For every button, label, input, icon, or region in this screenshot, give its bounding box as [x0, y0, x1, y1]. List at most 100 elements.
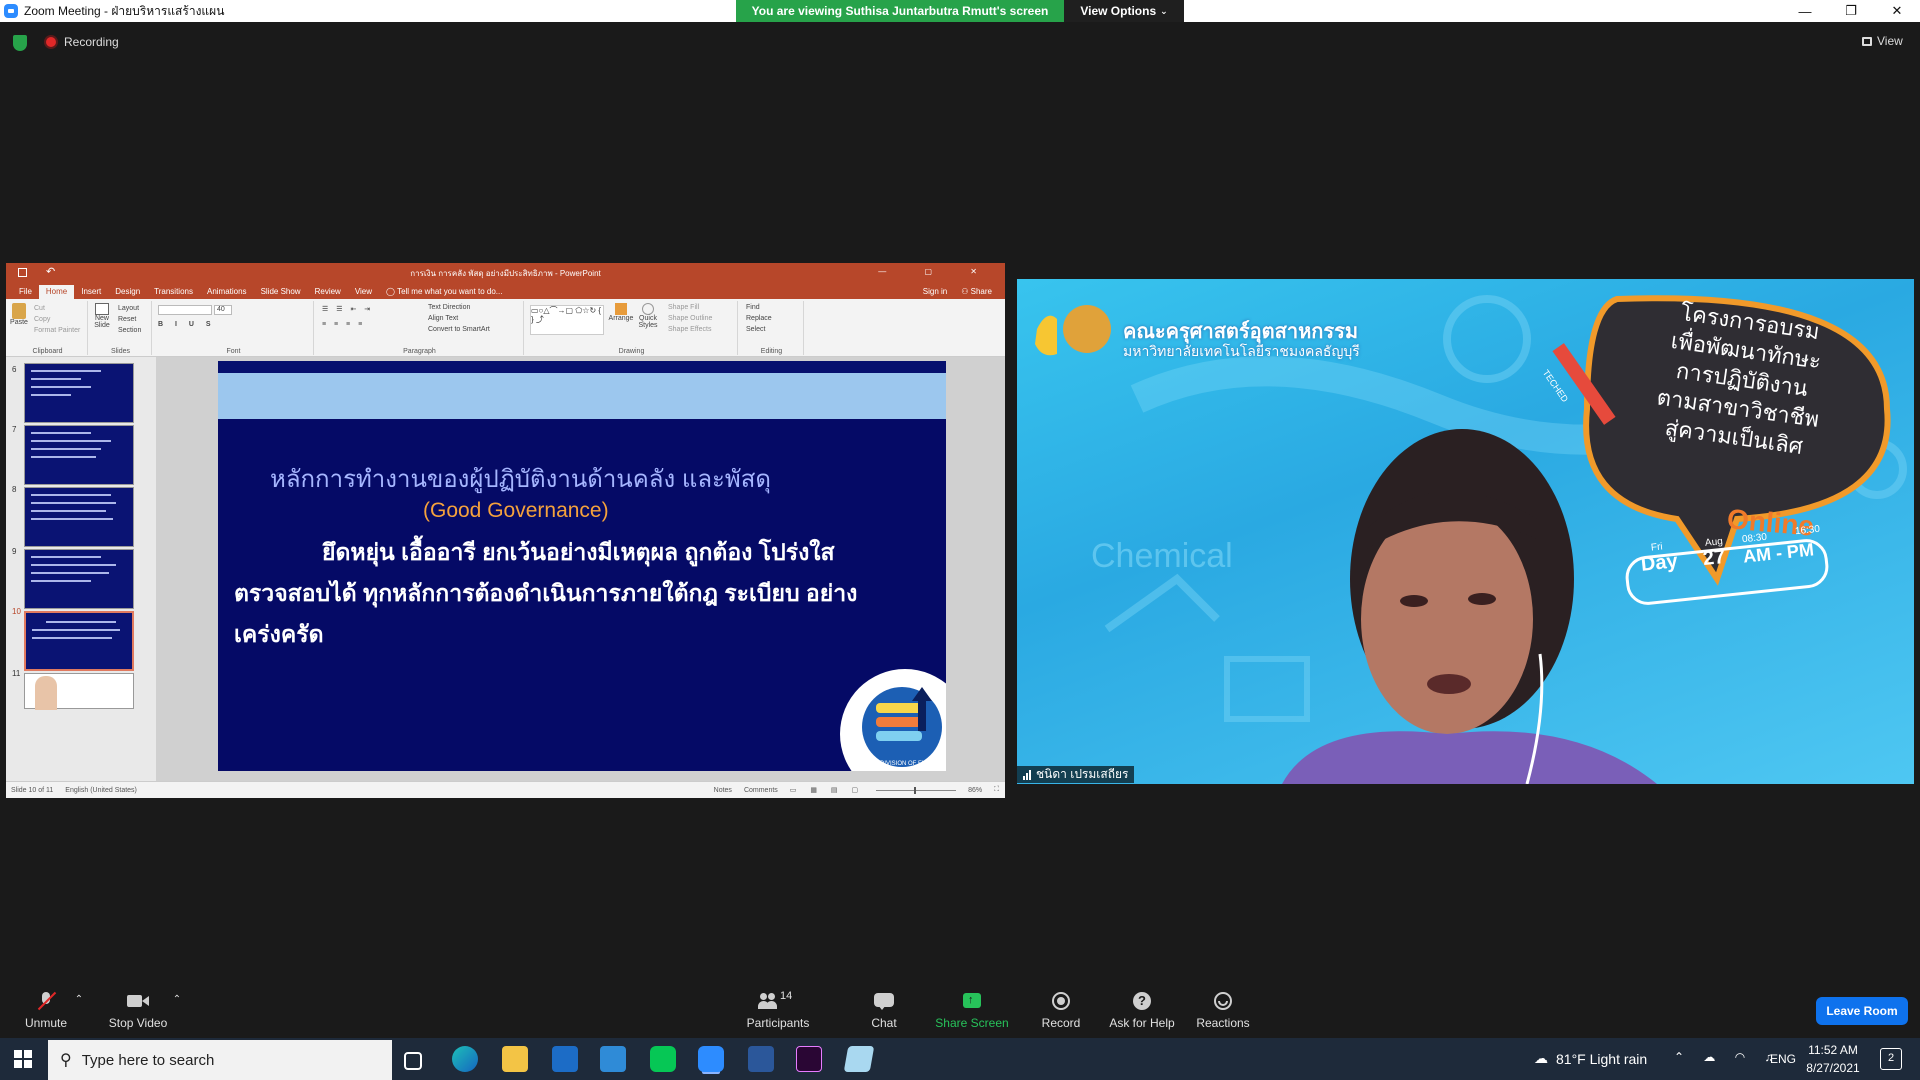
- shape-outline-button[interactable]: Shape Outline: [668, 315, 712, 322]
- tab-home[interactable]: Home: [38, 285, 75, 299]
- weather-widget[interactable]: ☁ 81°F Light rain: [1534, 1050, 1647, 1067]
- participants-button[interactable]: 14 Participants: [742, 984, 814, 1038]
- align-icons[interactable]: ≡ ≡ ≡ ≡: [322, 321, 365, 328]
- notes-button[interactable]: Notes: [714, 787, 732, 794]
- windows-start-icon[interactable]: [14, 1050, 32, 1068]
- tab-insert[interactable]: Insert: [74, 285, 108, 299]
- tab-view[interactable]: View: [348, 285, 379, 299]
- unmute-button[interactable]: Unmute: [20, 984, 72, 1038]
- microsoft-store-icon[interactable]: [552, 1046, 578, 1072]
- slide-thumbnail-panel[interactable]: 6 7 8 9 10 11: [6, 357, 156, 781]
- leave-room-button[interactable]: Leave Room: [1816, 997, 1908, 1025]
- search-icon: ⚲: [60, 1052, 72, 1069]
- share-link[interactable]: ⚇ Share: [954, 285, 999, 299]
- slide-thumbnail[interactable]: [24, 549, 134, 609]
- encryption-shield-icon[interactable]: [13, 35, 27, 51]
- convert-smartart-button[interactable]: Convert to SmartArt: [428, 326, 490, 333]
- audio-options-chevron[interactable]: ⌃: [72, 984, 86, 1038]
- view-mode-icons[interactable]: ▭ ▦ ▤ ▢: [790, 786, 864, 794]
- zoom-level[interactable]: 86%: [968, 787, 982, 794]
- edge-browser-icon[interactable]: [452, 1046, 478, 1072]
- maximize-button[interactable]: ❐: [1828, 0, 1874, 22]
- quick-styles-button[interactable]: Quick Styles: [636, 303, 660, 329]
- stop-video-button[interactable]: Stop Video: [106, 984, 170, 1038]
- comments-button[interactable]: Comments: [744, 787, 778, 794]
- record-button[interactable]: Record: [1040, 984, 1082, 1038]
- cut-button[interactable]: Cut: [34, 305, 45, 312]
- format-painter-button[interactable]: Format Painter: [34, 327, 80, 334]
- undo-icon[interactable]: ↶: [46, 265, 55, 278]
- shapes-gallery[interactable]: ▭○△⌒→▢ ⬠☆↻ { } ⤴: [530, 305, 604, 335]
- chat-button[interactable]: Chat: [864, 984, 904, 1038]
- view-options-button[interactable]: View Options ⌄: [1064, 0, 1184, 22]
- slide-thumbnail[interactable]: [24, 673, 134, 710]
- task-view-icon[interactable]: [404, 1052, 422, 1070]
- slide-thumbnail-active[interactable]: [24, 611, 134, 671]
- section-button[interactable]: Section: [118, 327, 141, 334]
- slide-subtitle: (Good Governance): [423, 499, 609, 522]
- slide-thumbnail[interactable]: [24, 487, 134, 547]
- system-tray-icons[interactable]: ⌃ ☁ ◠ ♫: [1674, 1050, 1782, 1064]
- tab-animations[interactable]: Animations: [200, 285, 254, 299]
- viewing-banner: You are viewing Suthisa Juntarbutra Rmut…: [736, 0, 1064, 22]
- minimize-button[interactable]: —: [1782, 0, 1828, 22]
- slide-body-line-3: เคร่งครัด: [234, 621, 324, 647]
- arrange-button[interactable]: Arrange: [608, 303, 634, 322]
- division-logo: DIVISION OF FINANCE: [840, 669, 946, 771]
- window-controls[interactable]: — ▢ ✕: [878, 267, 995, 276]
- line-app-icon[interactable]: [650, 1046, 676, 1072]
- reset-button[interactable]: Reset: [118, 316, 136, 323]
- notification-center[interactable]: 2: [1880, 1048, 1902, 1070]
- mail-icon[interactable]: [600, 1046, 626, 1072]
- new-slide-button[interactable]: New Slide: [92, 303, 112, 329]
- find-button[interactable]: Find: [746, 304, 760, 311]
- video-options-chevron[interactable]: ⌃: [170, 984, 184, 1038]
- tab-design[interactable]: Design: [108, 285, 147, 299]
- tab-slide-show[interactable]: Slide Show: [254, 285, 308, 299]
- select-button[interactable]: Select: [746, 326, 765, 333]
- font-name-box[interactable]: [158, 305, 212, 315]
- tell-me-search[interactable]: ◯ Tell me what you want to do...: [379, 285, 509, 299]
- tab-review[interactable]: Review: [308, 285, 348, 299]
- fit-slide-icon[interactable]: ⛶: [994, 786, 999, 794]
- font-size-box[interactable]: 40: [214, 305, 232, 315]
- zoom-app-icon[interactable]: [698, 1046, 724, 1072]
- shape-fill-button[interactable]: Shape Fill: [668, 304, 699, 311]
- view-button[interactable]: View: [1862, 34, 1903, 48]
- slide-thumbnail[interactable]: [24, 363, 134, 423]
- copy-button[interactable]: Copy: [34, 316, 50, 323]
- align-text-button[interactable]: Align Text: [428, 315, 458, 322]
- premiere-app-icon[interactable]: [796, 1046, 822, 1072]
- ask-for-help-button[interactable]: ? Ask for Help: [1108, 984, 1176, 1038]
- current-slide[interactable]: หลักการทำงานของผู้ปฏิบัติงานด้านคลัง และ…: [218, 361, 946, 771]
- share-screen-button[interactable]: ↑ Share Screen: [934, 984, 1010, 1038]
- shape-effects-button[interactable]: Shape Effects: [668, 326, 711, 333]
- taskbar-clock[interactable]: 11:52 AM 8/27/2021: [1804, 1041, 1862, 1077]
- participant-video[interactable]: คณะครุศาสตร์อุตสาหกรรม มหาวิทยาลัยเทคโนโ…: [1017, 279, 1914, 784]
- save-icon[interactable]: [18, 268, 27, 277]
- zoom-slider[interactable]: [876, 786, 957, 794]
- replace-button[interactable]: Replace: [746, 315, 772, 322]
- slide-thumbnail[interactable]: [24, 425, 134, 485]
- reactions-button[interactable]: Reactions: [1194, 984, 1252, 1038]
- text-direction-button[interactable]: Text Direction: [428, 304, 470, 311]
- word-app-icon[interactable]: [748, 1046, 774, 1072]
- notes-app-icon[interactable]: [843, 1046, 875, 1072]
- language-status[interactable]: English (United States): [65, 787, 137, 794]
- language-indicator[interactable]: ENG: [1770, 1052, 1796, 1066]
- ppt-title-bar: ↶ การเงิน การคลัง พัสดุ อย่างมีประสิทธิภ…: [6, 263, 1005, 283]
- file-explorer-icon[interactable]: [502, 1046, 528, 1072]
- layout-button[interactable]: Layout: [118, 305, 139, 312]
- tab-transitions[interactable]: Transitions: [147, 285, 200, 299]
- share-label: Share: [970, 287, 992, 296]
- taskbar-search[interactable]: ⚲ Type here to search: [48, 1040, 392, 1080]
- recording-label: Recording: [64, 35, 119, 49]
- bullets-icon[interactable]: ☰ ☰ ⇤ ⇥: [322, 305, 373, 313]
- paste-button[interactable]: Paste: [10, 303, 28, 326]
- close-button[interactable]: ✕: [1874, 0, 1920, 22]
- slide-editing-area[interactable]: หลักการทำงานของผู้ปฏิบัติงานด้านคลัง และ…: [156, 357, 1005, 781]
- bold-italic-underline-buttons[interactable]: B I U S: [158, 321, 216, 328]
- tab-file[interactable]: File: [12, 285, 39, 299]
- clipboard-group: Paste Cut Copy Format Painter Clipboard: [8, 301, 88, 355]
- sign-in-link[interactable]: Sign in: [916, 285, 954, 299]
